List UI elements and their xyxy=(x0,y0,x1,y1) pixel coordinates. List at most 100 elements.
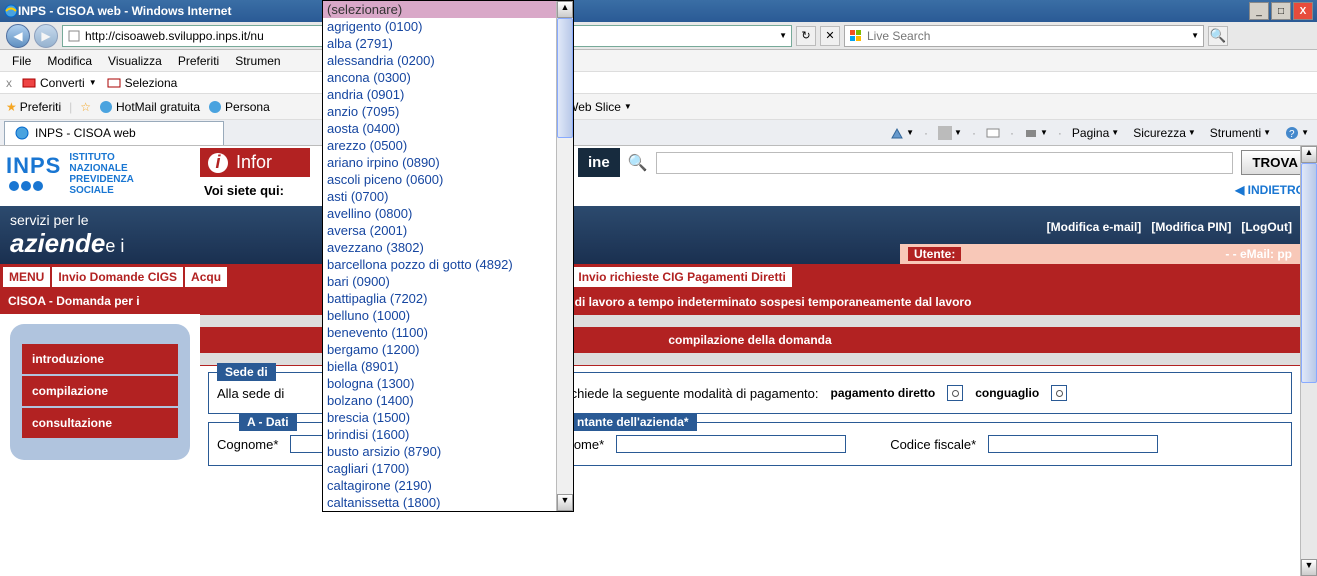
seleziona-button[interactable]: Seleziona xyxy=(107,76,178,90)
dropdown-scrollbar[interactable]: ▲ ▼ xyxy=(556,1,573,511)
mail-button[interactable] xyxy=(982,126,1004,140)
menu-file[interactable]: File xyxy=(4,54,39,68)
dropdown-option[interactable]: avellino (0800) xyxy=(323,205,556,222)
dropdown-option[interactable]: brindisi (1600) xyxy=(323,426,556,443)
feeds-button[interactable]: ▼ xyxy=(934,126,966,140)
dropdown-option[interactable]: (selezionare) xyxy=(323,1,556,18)
print-icon xyxy=(1024,126,1038,140)
security-menu-button[interactable]: Sicurezza▼ xyxy=(1129,126,1200,140)
help-icon: ? xyxy=(1285,126,1299,140)
page-menu-button[interactable]: Pagina▼ xyxy=(1068,126,1123,140)
dropdown-option[interactable]: arezzo (0500) xyxy=(323,137,556,154)
dropdown-option[interactable]: alessandria (0200) xyxy=(323,52,556,69)
dropdown-scroll-track[interactable] xyxy=(557,18,573,494)
radio-conguaglio[interactable] xyxy=(1051,385,1067,401)
search-dropdown-icon[interactable]: ▼ xyxy=(1191,31,1199,40)
maximize-button[interactable]: □ xyxy=(1271,2,1291,20)
menu-acqu[interactable]: Acqu xyxy=(184,266,228,288)
dropdown-option[interactable]: bolzano (1400) xyxy=(323,392,556,409)
menu-preferiti[interactable]: Preferiti xyxy=(170,54,227,68)
cognome-label: Cognome* xyxy=(217,437,278,452)
radio-pagamento-diretto[interactable] xyxy=(947,385,963,401)
dropdown-scroll-up[interactable]: ▲ xyxy=(557,1,573,18)
print-button[interactable]: ▼ xyxy=(1020,126,1052,140)
converti-button[interactable]: Converti ▼ xyxy=(22,76,97,90)
dropdown-option[interactable]: belluno (1000) xyxy=(323,307,556,324)
dropdown-option[interactable]: ascoli piceno (0600) xyxy=(323,171,556,188)
dropdown-option[interactable]: asti (0700) xyxy=(323,188,556,205)
menu-main[interactable]: MENU xyxy=(2,266,51,288)
dropdown-option[interactable]: anzio (7095) xyxy=(323,103,556,120)
minimize-button[interactable]: _ xyxy=(1249,2,1269,20)
logout-link[interactable]: [LogOut] xyxy=(1241,220,1292,234)
dropdown-option[interactable]: bologna (1300) xyxy=(323,375,556,392)
fav-hotmail[interactable]: HotMail gratuita xyxy=(99,100,200,114)
dropdown-option[interactable]: barcellona pozzo di gotto (4892) xyxy=(323,256,556,273)
dropdown-option[interactable]: andria (0901) xyxy=(323,86,556,103)
menu-strumenti[interactable]: Strumen xyxy=(227,54,288,68)
refresh-button[interactable]: ↻ xyxy=(796,26,816,46)
dropdown-option[interactable]: alba (2791) xyxy=(323,35,556,52)
leftnav-introduzione[interactable]: introduzione xyxy=(22,344,178,374)
menu-modifica[interactable]: Modifica xyxy=(39,54,100,68)
sede-dropdown[interactable]: (selezionare)agrigento (0100)alba (2791)… xyxy=(322,0,574,512)
close-toolbar-icon[interactable]: x xyxy=(6,76,12,90)
dropdown-option[interactable]: bergamo (1200) xyxy=(323,341,556,358)
leftnav-consultazione[interactable]: consultazione xyxy=(22,408,178,438)
menu-invio-cigs[interactable]: Invio Domande CIGS xyxy=(51,266,184,288)
indietro-link[interactable]: ◀ INDIETRO xyxy=(1235,183,1305,197)
dropdown-option[interactable]: battipaglia (7202) xyxy=(323,290,556,307)
url-dropdown-icon[interactable]: ▼ xyxy=(779,31,787,40)
search-box[interactable]: ▼ xyxy=(844,25,1204,47)
search-icon: 🔍 xyxy=(628,153,648,173)
dropdown-option[interactable]: bari (0900) xyxy=(323,273,556,290)
dropdown-option[interactable]: aosta (0400) xyxy=(323,120,556,137)
info-icon: i xyxy=(208,153,228,173)
dropdown-option[interactable]: aversa (2001) xyxy=(323,222,556,239)
dropdown-option[interactable]: cagliari (1700) xyxy=(323,460,556,477)
fav-persona[interactable]: Persona xyxy=(208,100,270,114)
dropdown-option[interactable]: caltagirone (2190) xyxy=(323,477,556,494)
nome-input[interactable] xyxy=(616,435,846,453)
modifica-pin-link[interactable]: [Modifica PIN] xyxy=(1151,220,1231,234)
stop-button[interactable]: ✕ xyxy=(820,26,840,46)
ie-icon xyxy=(4,4,18,18)
dropdown-option[interactable]: benevento (1100) xyxy=(323,324,556,341)
help-button[interactable]: ?▼ xyxy=(1281,126,1313,140)
dropdown-option[interactable]: ariano irpino (0890) xyxy=(323,154,556,171)
forward-button[interactable]: ▶ xyxy=(34,24,58,48)
dropdown-option[interactable]: avezzano (3802) xyxy=(323,239,556,256)
dropdown-option[interactable]: biella (8901) xyxy=(323,358,556,375)
search-go-button[interactable]: 🔍 xyxy=(1208,26,1228,46)
scroll-thumb[interactable] xyxy=(1301,163,1317,383)
scroll-up-button[interactable]: ▲ xyxy=(1301,146,1317,163)
cf-input[interactable] xyxy=(988,435,1158,453)
menu-invio-richieste[interactable]: Invio richieste CIG Pagamenti Diretti xyxy=(571,266,792,288)
menu-visualizza[interactable]: Visualizza xyxy=(100,54,170,68)
trova-button[interactable]: TROVA xyxy=(1241,150,1309,175)
close-button[interactable]: X xyxy=(1293,2,1313,20)
back-button[interactable]: ◀ xyxy=(6,24,30,48)
dropdown-option[interactable]: ancona (0300) xyxy=(323,69,556,86)
browser-tab[interactable]: INPS - CISOA web xyxy=(4,121,224,145)
site-search-input[interactable] xyxy=(656,152,1234,174)
favorites-button[interactable]: ★Preferiti xyxy=(6,100,61,114)
sede-label: Alla sede di xyxy=(217,386,284,401)
fav-suggested[interactable]: ☆ xyxy=(80,100,91,114)
dropdown-option[interactable]: caltanissetta (1800) xyxy=(323,494,556,511)
home-button[interactable]: ▼ xyxy=(886,126,918,140)
dropdown-scroll-thumb[interactable] xyxy=(557,18,573,138)
dropdown-scroll-down[interactable]: ▼ xyxy=(557,494,573,511)
menu-bar: File Modifica Visualizza Preferiti Strum… xyxy=(0,50,1317,72)
modifica-email-link[interactable]: [Modifica e-mail] xyxy=(1047,220,1142,234)
home-icon xyxy=(890,126,904,140)
tools-menu-button[interactable]: Strumenti▼ xyxy=(1206,126,1275,140)
leftnav-compilazione[interactable]: compilazione xyxy=(22,376,178,406)
scroll-down-button[interactable]: ▼ xyxy=(1301,559,1317,576)
search-input[interactable] xyxy=(867,29,1187,43)
dropdown-option[interactable]: brescia (1500) xyxy=(323,409,556,426)
dropdown-option[interactable]: agrigento (0100) xyxy=(323,18,556,35)
page-scrollbar[interactable]: ▲ ▼ xyxy=(1300,146,1317,576)
scroll-track[interactable] xyxy=(1301,163,1317,559)
dropdown-option[interactable]: busto arsizio (8790) xyxy=(323,443,556,460)
